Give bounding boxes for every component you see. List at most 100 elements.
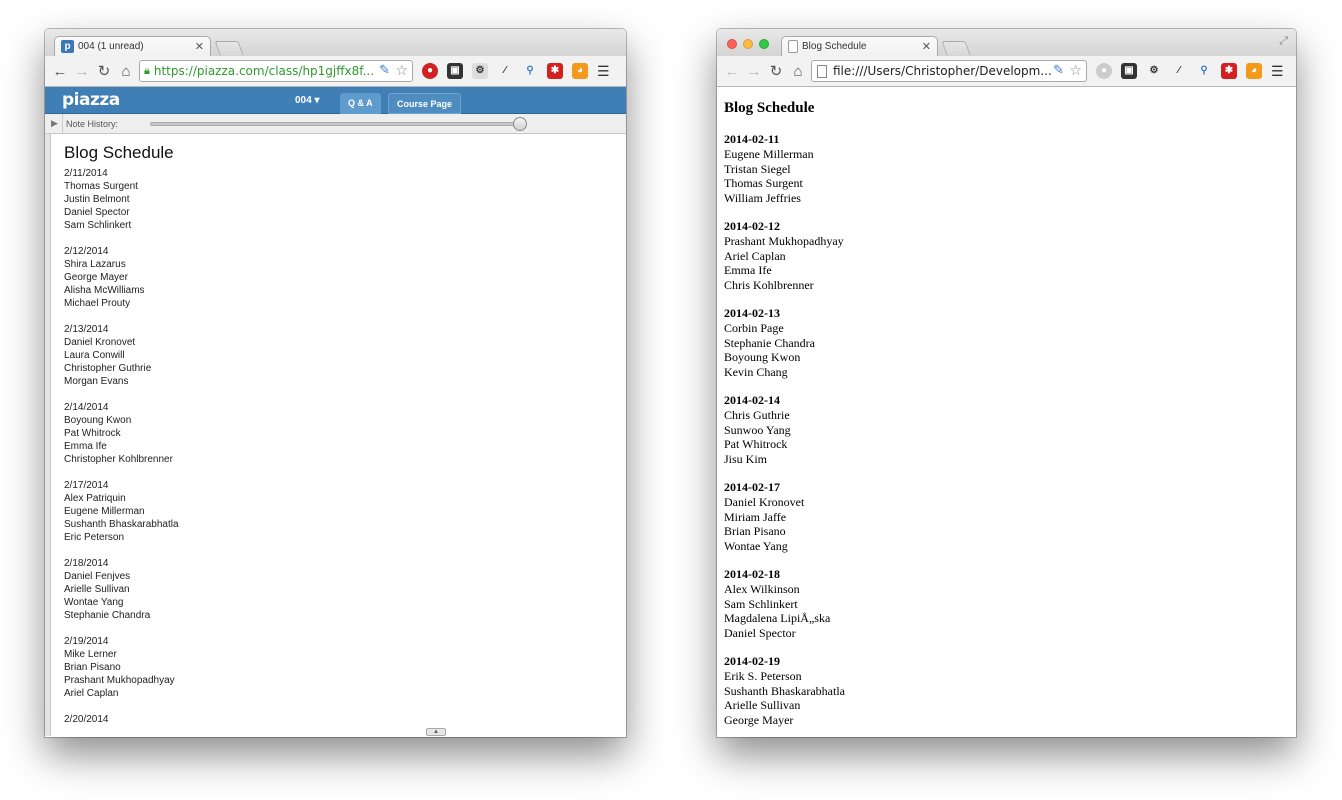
star-icon[interactable]: ☆ bbox=[395, 63, 408, 79]
back-icon[interactable]: ← bbox=[721, 63, 743, 80]
page-icon bbox=[817, 64, 827, 78]
schedule-name: Sam Schlinkert bbox=[724, 596, 798, 611]
schedule-name: Christopher Kohlbrenner bbox=[64, 454, 173, 465]
schedule-name: Michael Prouty bbox=[64, 298, 131, 309]
schedule-date: 2014-02-12 bbox=[724, 219, 780, 233]
note-sidebar-edge bbox=[45, 134, 51, 736]
schedule-day: 2/12/2014 Shira Lazarus George Mayer Alisha… bbox=[64, 245, 604, 310]
play-icon[interactable]: ▶ bbox=[51, 118, 58, 129]
duck-icon[interactable]: ◕ bbox=[572, 63, 588, 79]
translate-icon[interactable]: ✎ bbox=[1053, 63, 1064, 78]
address-bar[interactable]: 🔒︎ https://piazza.com/class/hp1gjffx8f..… bbox=[139, 60, 413, 82]
note-area: Blog Schedule 2/11/2014 Thomas Surgent Jus… bbox=[45, 134, 626, 736]
schedule-name: Daniel Spector bbox=[64, 207, 130, 218]
schedule-date: 2014-02-14 bbox=[724, 393, 780, 407]
note-history-slider[interactable] bbox=[150, 122, 520, 126]
forward-icon[interactable]: → bbox=[743, 63, 765, 80]
menu-icon[interactable]: ☰ bbox=[1271, 63, 1284, 80]
minimize-window-button[interactable] bbox=[743, 39, 753, 49]
gear-icon[interactable]: ⚙ bbox=[1146, 63, 1162, 79]
close-window-button[interactable] bbox=[727, 39, 737, 49]
lastpass-icon[interactable]: ✱ bbox=[547, 63, 563, 79]
tab-title: Blog Schedule bbox=[802, 41, 867, 52]
schedule-day: 2/19/2014 Mike Lerner Brian Pisano Prashant… bbox=[64, 635, 604, 700]
close-icon[interactable]: ✕ bbox=[195, 40, 204, 53]
schedule-date: 2/14/2014 bbox=[64, 402, 109, 413]
schedule-date: 2/13/2014 bbox=[64, 324, 109, 335]
schedule-day: 2014-02-11 Eugene Millerman Tristan Siegel… bbox=[724, 132, 1296, 205]
schedule-name: Eric Peterson bbox=[64, 532, 125, 543]
forward-icon[interactable]: → bbox=[71, 63, 93, 80]
piazza-favicon-icon: p bbox=[61, 40, 74, 53]
schedule-day: 2014-02-19 Erik S. Peterson Sushanth Bhask… bbox=[724, 654, 1296, 727]
schedule-date: 2014-02-17 bbox=[724, 480, 780, 494]
tab-qa[interactable]: Q & A bbox=[340, 93, 381, 114]
scroll-up-button[interactable]: ▲ bbox=[426, 728, 446, 736]
schedule-name: Mike Lerner bbox=[64, 649, 117, 660]
schedule-name: Boyoung Kwon bbox=[724, 350, 801, 364]
lastpass-icon[interactable]: ✱ bbox=[1221, 63, 1237, 79]
lock-icon: 🔒︎ bbox=[144, 64, 150, 77]
extension-icon[interactable]: ▣ bbox=[1121, 63, 1137, 79]
tab-title: 004 (1 unread) bbox=[78, 41, 144, 52]
schedule-name: Emma Ife bbox=[724, 263, 772, 277]
schedule-name: Arielle Sullivan bbox=[64, 584, 130, 595]
new-tab-button[interactable] bbox=[941, 41, 971, 55]
schedule-name: Daniel Kronovet bbox=[64, 337, 136, 348]
blog-schedule-page: Blog Schedule 2014-02-11 Eugene Millerman… bbox=[717, 87, 1296, 737]
duck-icon[interactable]: ◕ bbox=[1246, 63, 1262, 79]
search-icon[interactable]: ⚲ bbox=[1196, 63, 1212, 79]
zoom-window-button[interactable] bbox=[759, 39, 769, 49]
slider-handle[interactable] bbox=[513, 117, 527, 131]
reload-icon[interactable]: ↻ bbox=[765, 62, 787, 80]
address-bar[interactable]: file:///Users/Christopher/Developm... ✎ … bbox=[811, 60, 1087, 82]
schedule-name: Wontae Yang bbox=[724, 538, 788, 553]
schedule-date: 2/11/2014 bbox=[64, 168, 108, 179]
new-tab-button[interactable] bbox=[214, 41, 244, 55]
schedule-name: Sushanth Bhaskarabhatla bbox=[724, 683, 845, 698]
gear-icon[interactable]: ⚙ bbox=[472, 63, 488, 79]
schedule-name: Eugene Millerman bbox=[724, 147, 814, 161]
schedule-date: 2/20/2014 bbox=[64, 714, 109, 725]
schedule-name: Stephanie Chandra bbox=[64, 610, 151, 621]
adblock-icon[interactable]: ● bbox=[1096, 63, 1112, 79]
eyedropper-icon[interactable]: ⁄ bbox=[497, 63, 513, 79]
schedule-name: Eugene Millerman bbox=[64, 506, 145, 517]
schedule-name: Christopher Guthrie bbox=[64, 363, 152, 374]
class-selector[interactable]: 004 ▾ bbox=[295, 95, 320, 106]
schedule-name: Kevin Chang bbox=[724, 364, 788, 379]
schedule-name: Shira Lazarus bbox=[64, 259, 126, 270]
menu-icon[interactable]: ☰ bbox=[597, 63, 610, 80]
page-title: Blog Schedule bbox=[724, 100, 815, 116]
schedule-name: Pat Whitrock bbox=[724, 437, 788, 451]
browser-window-blog-schedule: Blog Schedule ✕ ⤢ ← → ↻ ⌂ file:///Users/… bbox=[717, 29, 1296, 737]
eyedropper-icon[interactable]: ⁄ bbox=[1171, 63, 1187, 79]
page-icon bbox=[788, 40, 798, 53]
home-icon[interactable]: ⌂ bbox=[787, 63, 809, 80]
schedule-name: Sam Schlinkert bbox=[64, 220, 132, 231]
reload-icon[interactable]: ↻ bbox=[93, 62, 115, 80]
adblock-icon[interactable]: ● bbox=[422, 63, 438, 79]
fullscreen-icon[interactable]: ⤢ bbox=[1279, 35, 1288, 48]
note-content: Blog Schedule 2/11/2014 Thomas Surgent Jus… bbox=[64, 143, 604, 736]
piazza-header: piazza 004 ▾ Q & A Course Page bbox=[45, 87, 626, 114]
extension-icon[interactable]: ▣ bbox=[447, 63, 463, 79]
close-icon[interactable]: ✕ bbox=[922, 40, 931, 53]
piazza-logo[interactable]: piazza bbox=[62, 90, 120, 110]
schedule-name: Thomas Surgent bbox=[64, 181, 138, 192]
note-history-bar: ▶ Note History: bbox=[45, 114, 626, 134]
tab-strip: p 004 (1 unread) ✕ bbox=[45, 29, 626, 56]
browser-tab-piazza[interactable]: p 004 (1 unread) ✕ bbox=[54, 36, 211, 56]
note-history-label: Note History: bbox=[66, 119, 119, 129]
schedule-day: 2/20/2014 bbox=[64, 713, 604, 726]
back-icon[interactable]: ← bbox=[49, 63, 71, 80]
schedule-date: 2/18/2014 bbox=[64, 558, 109, 569]
home-icon[interactable]: ⌂ bbox=[115, 63, 137, 80]
browser-tab-blog-schedule[interactable]: Blog Schedule ✕ bbox=[781, 36, 938, 56]
star-icon[interactable]: ☆ bbox=[1069, 63, 1082, 79]
tab-course-page[interactable]: Course Page bbox=[388, 93, 462, 114]
schedule-day: 2/17/2014 Alex Patriquin Eugene Millerman S… bbox=[64, 479, 604, 544]
translate-icon[interactable]: ✎ bbox=[379, 63, 390, 78]
search-icon[interactable]: ⚲ bbox=[522, 63, 538, 79]
note-title: Blog Schedule bbox=[64, 143, 174, 162]
